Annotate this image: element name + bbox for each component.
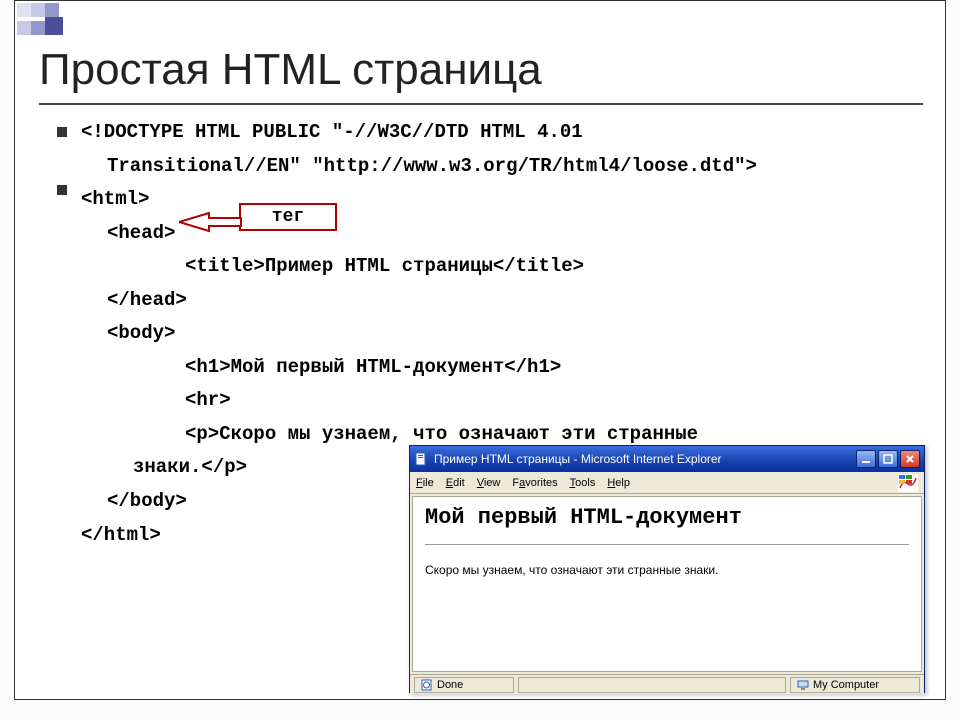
menu-help[interactable]: Help — [607, 477, 630, 489]
bullet-icon — [57, 127, 67, 137]
close-button[interactable] — [900, 450, 920, 468]
bullet-icon — [57, 185, 67, 195]
code-line-head-close: </head> — [81, 287, 911, 315]
status-mid — [518, 677, 786, 693]
callout-tag: тег — [239, 203, 337, 231]
status-right-text: My Computer — [813, 679, 879, 691]
page-paragraph: Скоро мы узнаем, что означают эти странн… — [425, 563, 909, 577]
menu-tools[interactable]: Tools — [570, 477, 596, 489]
browser-window: Пример HTML страницы - Microsoft Interne… — [409, 445, 925, 693]
browser-title: Пример HTML страницы - Microsoft Interne… — [434, 452, 850, 466]
slide-frame: Простая HTML страница <!DOCTYPE HTML PUB… — [14, 0, 946, 700]
browser-content: Мой первый HTML-документ Скоро мы узнаем… — [412, 496, 922, 672]
browser-menubar: File Edit View Favorites Tools Help — [410, 472, 924, 494]
status-right: My Computer — [790, 677, 920, 693]
page-hr — [425, 544, 909, 545]
code-line-doctype-2: Transitional//EN" "http://www.w3.org/TR/… — [81, 153, 911, 181]
code-line-title: <title>Пример HTML страницы</title> — [81, 253, 911, 281]
window-controls — [856, 450, 920, 468]
slide-title: Простая HTML страница — [39, 45, 542, 95]
menu-edit[interactable]: Edit — [446, 477, 465, 489]
code-line-body-open: <body> — [81, 320, 911, 348]
page-heading: Мой первый HTML-документ — [425, 505, 909, 530]
status-left-text: Done — [437, 679, 463, 691]
document-icon — [414, 452, 428, 466]
computer-icon — [797, 679, 809, 691]
code-line-hr: <hr> — [81, 387, 911, 415]
code-line-h1: <h1>Мой первый HTML-документ</h1> — [81, 354, 911, 382]
code-line-html-open: <html> — [81, 186, 911, 214]
callout-label: тег — [272, 207, 304, 227]
title-underline — [39, 103, 923, 105]
maximize-button[interactable] — [878, 450, 898, 468]
menu-favorites[interactable]: Favorites — [512, 477, 557, 489]
browser-statusbar: Done My Computer — [410, 674, 924, 694]
callout-arrow-icon — [179, 211, 243, 233]
minimize-button[interactable] — [856, 450, 876, 468]
menu-file[interactable]: File — [416, 477, 434, 489]
code-line-doctype-1: <!DOCTYPE HTML PUBLIC "-//W3C//DTD HTML … — [81, 119, 911, 147]
decorative-squares — [17, 3, 63, 35]
menu-view[interactable]: View — [477, 477, 501, 489]
status-left: Done — [414, 677, 514, 693]
done-icon — [421, 679, 433, 691]
browser-titlebar: Пример HTML страницы - Microsoft Interne… — [410, 446, 924, 472]
ie-logo-icon — [898, 474, 918, 492]
